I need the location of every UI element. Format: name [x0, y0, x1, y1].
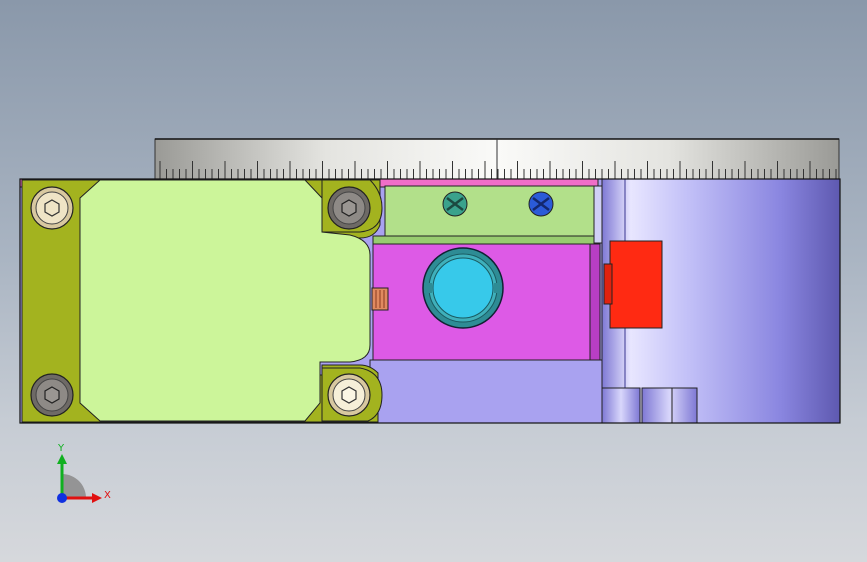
screw-teal-icon[interactable]: [442, 191, 468, 217]
x-axis-arrowhead-icon: [92, 493, 102, 503]
red-block[interactable]: [603, 240, 663, 329]
hex-screw-top-left-icon[interactable]: [30, 186, 74, 230]
axis-triad: Y X: [57, 443, 111, 503]
lower-plate: [369, 359, 603, 424]
triad-quadrant: [62, 474, 86, 498]
hex-screw-bottom-left-icon[interactable]: [30, 373, 74, 417]
hex-screw-bottom-right-icon[interactable]: [327, 373, 371, 417]
screw-blue-icon[interactable]: [528, 191, 554, 217]
y-axis-arrowhead-icon: [57, 454, 67, 464]
hex-screw-top-right-icon[interactable]: [327, 186, 371, 230]
cad-viewport[interactable]: [0, 0, 867, 562]
green-clamp[interactable]: [372, 185, 603, 245]
shaft-bore[interactable]: [422, 247, 504, 329]
triad-y-label: Y: [57, 443, 65, 454]
scale-ring[interactable]: [154, 138, 840, 180]
z-axis-dot-icon: [57, 493, 67, 503]
triad-x-label: X: [104, 490, 111, 501]
